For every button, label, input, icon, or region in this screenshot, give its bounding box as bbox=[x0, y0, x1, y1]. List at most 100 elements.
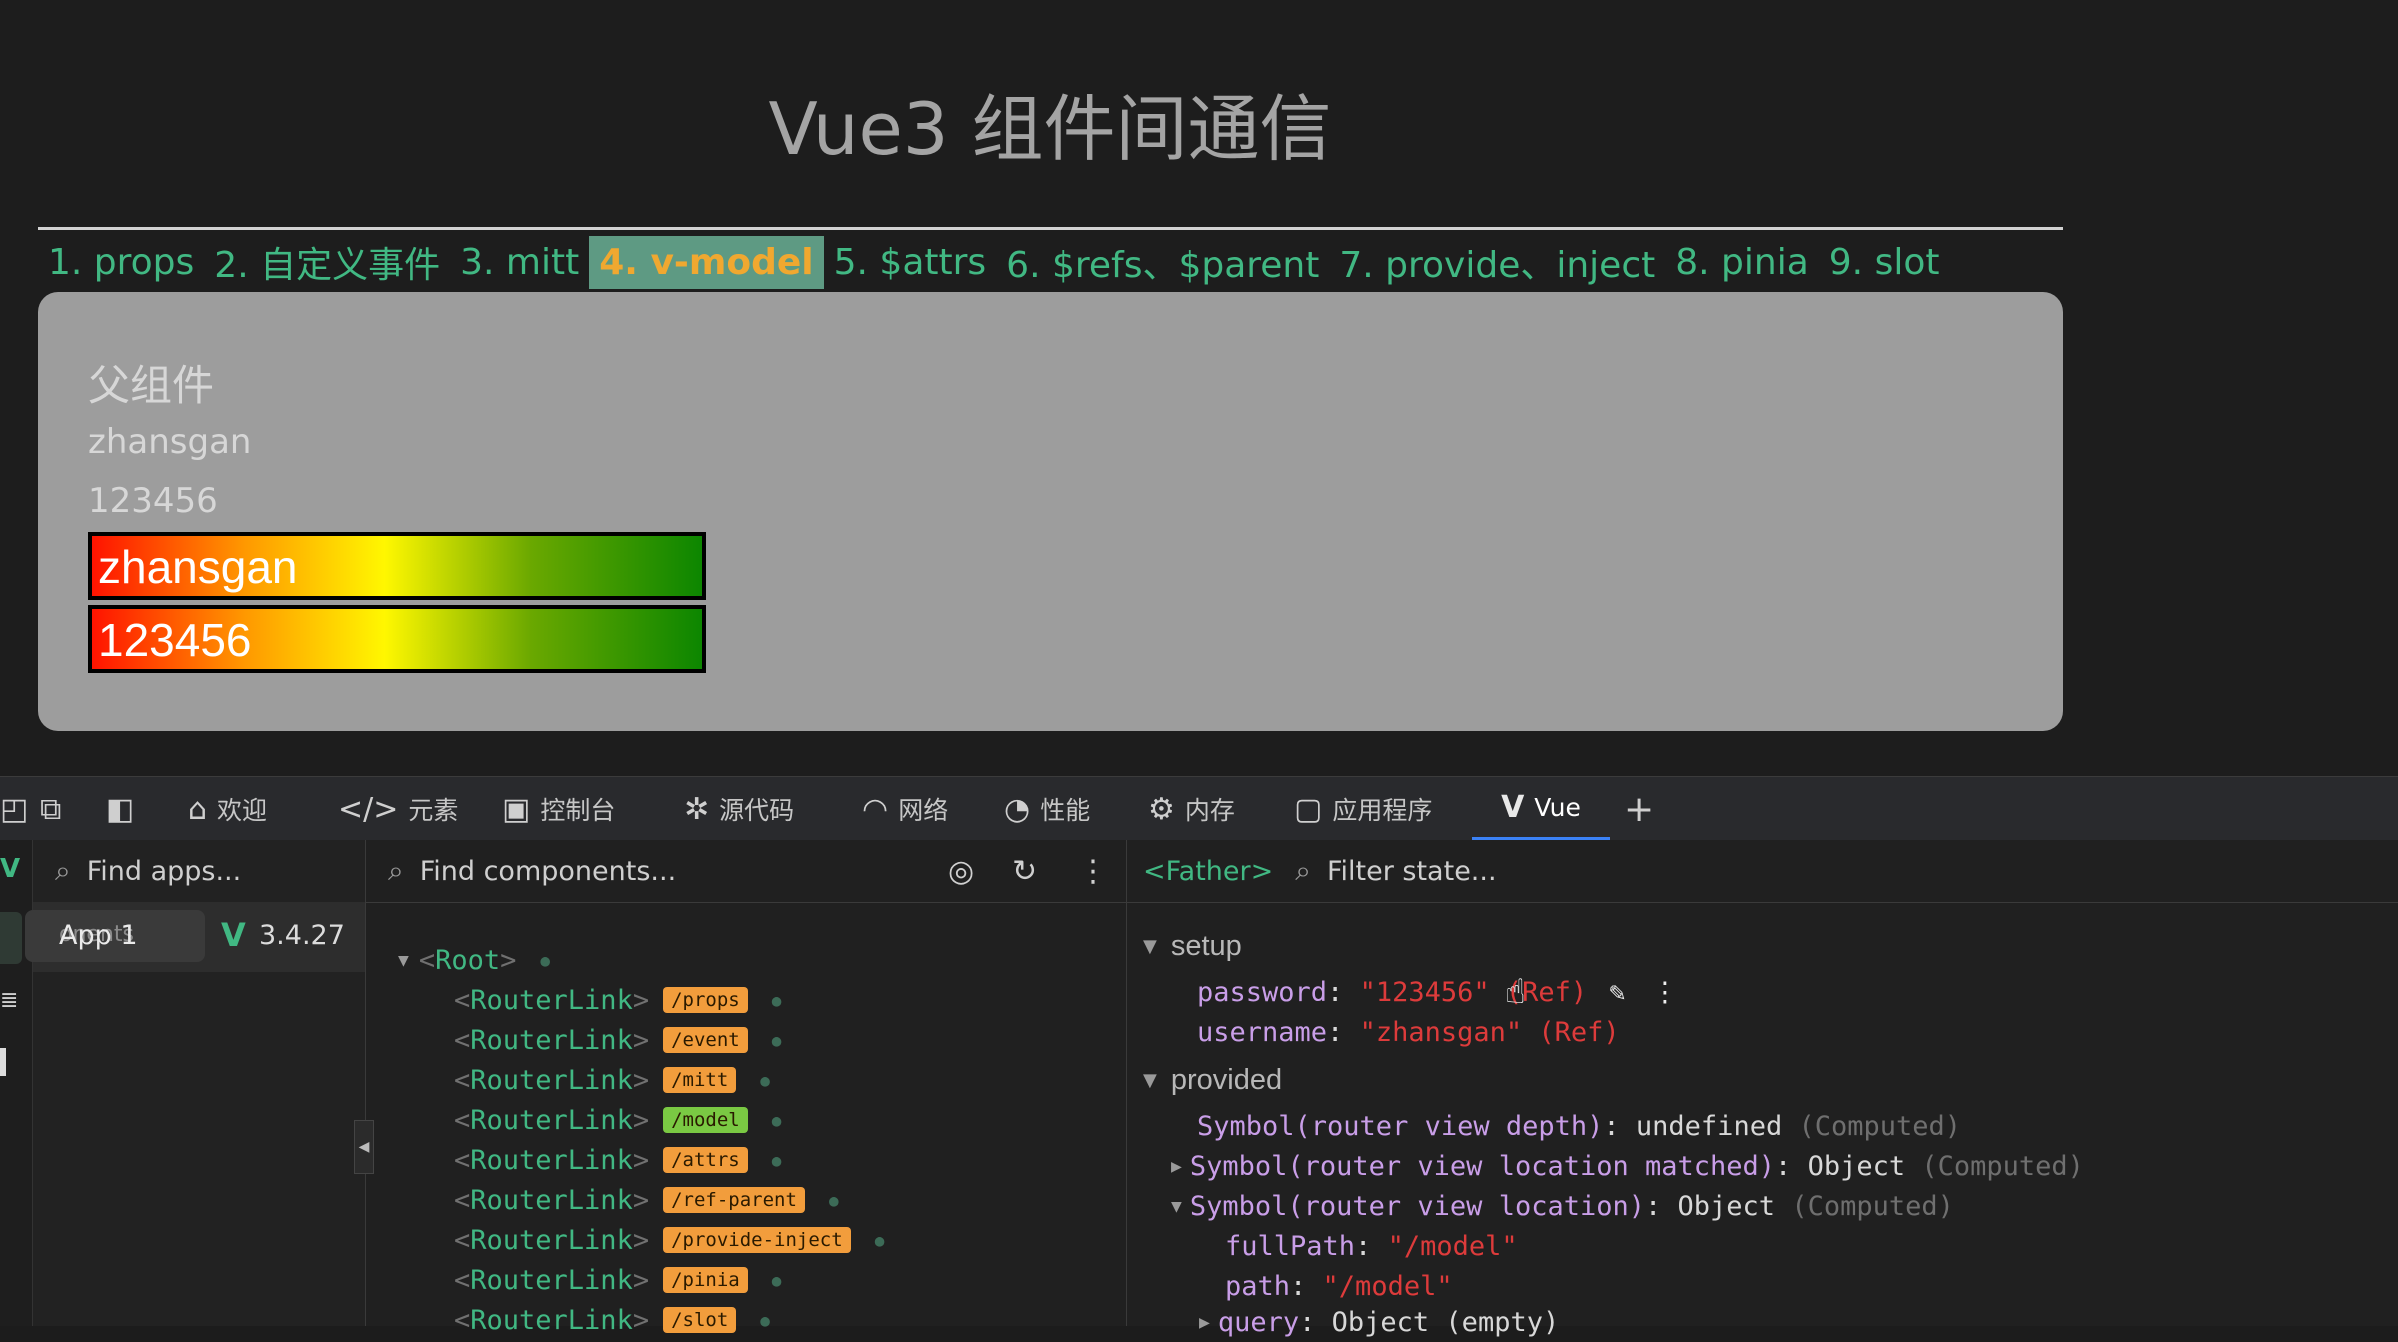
home-icon: ⌂ bbox=[188, 791, 208, 827]
tree-node[interactable]: < RouterLink > /provide-inject ● bbox=[454, 1220, 884, 1260]
tree-node[interactable]: < RouterLink > /mitt ● bbox=[454, 1060, 770, 1100]
route-badge: /slot bbox=[663, 1307, 737, 1333]
state-row[interactable]: Symbol(router view depth): undefined (Co… bbox=[1197, 1106, 1961, 1146]
nav-link-attrs[interactable]: 5. $attrs bbox=[824, 236, 997, 289]
caret-down-icon[interactable]: ▼ bbox=[1171, 1196, 1182, 1217]
section-provided[interactable]: ▼ provided bbox=[1143, 1060, 1282, 1100]
state-filter-input[interactable]: Filter state... bbox=[1327, 856, 1497, 887]
window-icon: ▢ bbox=[1294, 791, 1323, 827]
more-icon[interactable]: ⋮ bbox=[1651, 977, 1678, 1008]
search-icon: ⌕ bbox=[55, 854, 71, 887]
tab-label: 网络 bbox=[898, 796, 949, 825]
tab-label: 内存 bbox=[1184, 796, 1235, 825]
caret-down-icon: ▼ bbox=[1143, 935, 1157, 957]
state-value: undefined bbox=[1635, 1110, 1783, 1142]
tab-application[interactable]: ▢ 应用程序 bbox=[1294, 777, 1432, 841]
password-text: 123456 bbox=[88, 481, 218, 521]
nav-link-ref-parent[interactable]: 6. $refs、$parent bbox=[996, 230, 1329, 294]
chip-icon: ⚙ bbox=[1148, 791, 1175, 827]
add-tab-icon[interactable]: + bbox=[1624, 777, 1664, 841]
caret-down-icon: ▼ bbox=[1143, 1069, 1157, 1091]
route-badge: /props bbox=[663, 987, 748, 1013]
app-row[interactable]: onents App 1 V 3.4.27 bbox=[25, 902, 365, 972]
state-row[interactable]: ▶ Symbol(router view location matched): … bbox=[1171, 1146, 2084, 1186]
state-key: username bbox=[1197, 1016, 1328, 1048]
nav-link-pinia[interactable]: 8. pinia bbox=[1665, 236, 1819, 289]
components-nav-icon[interactable] bbox=[0, 912, 22, 964]
nav-link-event[interactable]: 2. 自定义事件 bbox=[204, 230, 450, 294]
gauge-icon: ◔ bbox=[1004, 791, 1031, 827]
components-search-input[interactable]: Find components... bbox=[420, 856, 676, 887]
tree-node-name: RouterLink bbox=[470, 1184, 633, 1216]
apps-search-input[interactable]: Find apps... bbox=[87, 856, 242, 887]
state-row[interactable]: password: "123456" (Ref) ✎ ⋮ bbox=[1197, 972, 1678, 1012]
timeline-nav-icon[interactable]: ≣ bbox=[0, 988, 18, 1013]
selected-component: <Father> bbox=[1143, 855, 1274, 887]
sidebar-toggle-icon[interactable]: ◧ bbox=[106, 777, 144, 841]
apps-search[interactable]: ⌕ Find apps... bbox=[33, 840, 365, 903]
caret-right-icon[interactable]: ▶ bbox=[1171, 1156, 1182, 1177]
tab-welcome[interactable]: ⌂ 欢迎 bbox=[188, 777, 267, 841]
nav-bar: 1. props 2. 自定义事件 3. mitt 4. v-model 5. … bbox=[38, 234, 1949, 290]
nav-link-slot[interactable]: 9. slot bbox=[1819, 236, 1950, 289]
state-key: fullPath bbox=[1225, 1230, 1356, 1262]
collapse-handle[interactable]: ◀ bbox=[354, 1120, 374, 1174]
tab-memory[interactable]: ⚙ 内存 bbox=[1148, 777, 1235, 841]
route-badge-active: /model bbox=[663, 1107, 748, 1133]
app-name: App 1 bbox=[59, 920, 138, 951]
tree-node-name: RouterLink bbox=[470, 1104, 633, 1136]
devtools-tabbar: ◰ ⧉ ◧ ⌂ 欢迎 </> 元素 ▣ 控制台 ✲ 源代码 ◠ 网络 ◔ 性能 … bbox=[0, 776, 2398, 841]
nav-link-mitt[interactable]: 3. mitt bbox=[450, 236, 589, 289]
tree-node-name: RouterLink bbox=[470, 1024, 633, 1056]
state-row[interactable]: ▼ Symbol(router view location): Object (… bbox=[1171, 1186, 1954, 1226]
tab-sources[interactable]: ✲ 源代码 bbox=[684, 777, 794, 841]
nav-link-provide-inject[interactable]: 7. provide、inject bbox=[1329, 230, 1665, 294]
wifi-icon: ◠ bbox=[862, 791, 889, 827]
tree-root[interactable]: ▼ < Root > ● bbox=[398, 940, 550, 980]
caret-right-icon[interactable]: ▶ bbox=[1199, 1312, 1210, 1333]
tree-node[interactable]: < RouterLink > /ref-parent ● bbox=[454, 1180, 839, 1220]
tab-label: 源代码 bbox=[719, 796, 795, 825]
password-input[interactable]: 123456 bbox=[88, 605, 706, 673]
search-icon: ⌕ bbox=[388, 854, 404, 887]
tab-vue[interactable]: V Vue bbox=[1472, 777, 1610, 841]
section-setup[interactable]: ▼ setup bbox=[1143, 926, 1242, 966]
panel-title: 父组件 bbox=[88, 361, 215, 410]
tree-node-name: RouterLink bbox=[470, 1264, 633, 1296]
state-row[interactable]: ▶ query: Object (empty) bbox=[1199, 1302, 1559, 1342]
username-input[interactable]: zhansgan bbox=[88, 532, 706, 600]
state-value: Object bbox=[1677, 1190, 1776, 1222]
tab-network[interactable]: ◠ 网络 bbox=[862, 777, 948, 841]
refresh-icon[interactable]: ↻ bbox=[1012, 854, 1037, 889]
edit-icon[interactable]: ✎ bbox=[1609, 977, 1625, 1008]
state-tag: (Computed) bbox=[1798, 1110, 1962, 1142]
caret-down-icon: ▼ bbox=[398, 949, 409, 971]
state-row[interactable]: fullPath: "/model" bbox=[1225, 1226, 1518, 1266]
hand-cursor-icon: ☝ bbox=[1505, 972, 1526, 1012]
app-page: Vue3 组件间通信 1. props 2. 自定义事件 3. mitt 4. … bbox=[0, 0, 2398, 776]
state-row[interactable]: path: "/model" bbox=[1225, 1266, 1453, 1306]
tree-node-name: RouterLink bbox=[470, 984, 633, 1016]
tree-node[interactable]: < RouterLink > /attrs ● bbox=[454, 1140, 781, 1180]
settings-nav-icon[interactable] bbox=[0, 1048, 6, 1076]
state-search[interactable]: <Father> ⌕ Filter state... bbox=[1127, 840, 2398, 903]
target-icon[interactable]: ◎ bbox=[948, 854, 974, 889]
device-toggle-icon[interactable]: ⧉ bbox=[40, 777, 71, 841]
tab-console[interactable]: ▣ 控制台 bbox=[502, 777, 615, 841]
tree-node-name: RouterLink bbox=[470, 1064, 633, 1096]
more-icon[interactable]: ⋮ bbox=[1078, 854, 1108, 889]
inspect-icon[interactable]: ◰ bbox=[0, 777, 38, 841]
tab-label: 欢迎 bbox=[217, 796, 268, 825]
tab-elements[interactable]: </> 元素 bbox=[338, 777, 458, 841]
page-title: Vue3 组件间通信 bbox=[768, 87, 1332, 171]
nav-link-model[interactable]: 4. v-model bbox=[589, 235, 824, 289]
tree-node[interactable]: < RouterLink > /props ● bbox=[454, 980, 781, 1020]
tree-node[interactable]: < RouterLink > /pinia ● bbox=[454, 1260, 781, 1300]
tree-node[interactable]: < RouterLink > /model ● bbox=[454, 1100, 781, 1140]
tree-node[interactable]: < RouterLink > /event ● bbox=[454, 1020, 781, 1060]
tab-performance[interactable]: ◔ 性能 bbox=[1004, 777, 1090, 841]
tree-node[interactable]: < RouterLink > /slot ● bbox=[454, 1300, 770, 1340]
nav-link-props[interactable]: 1. props bbox=[38, 236, 204, 289]
components-search[interactable]: ⌕ Find components... ◎ ↻ ⋮ bbox=[366, 840, 1126, 903]
state-row[interactable]: username: "zhansgan" (Ref) bbox=[1197, 1012, 1620, 1052]
